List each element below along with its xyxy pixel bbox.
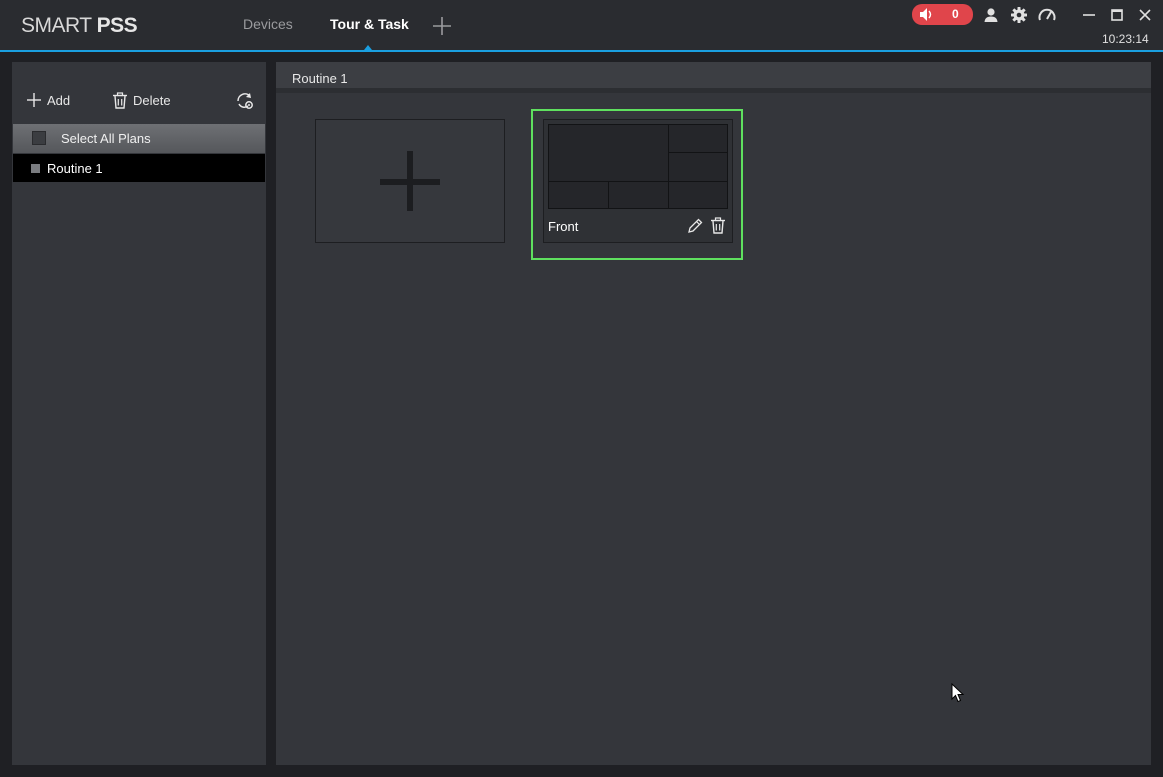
refresh-settings-button[interactable] bbox=[235, 91, 260, 111]
mouse-cursor-icon bbox=[951, 683, 965, 703]
user-icon bbox=[984, 8, 998, 22]
plan-card-front[interactable]: Front bbox=[531, 109, 743, 260]
plan-name: Front bbox=[548, 219, 579, 234]
title-bar: SMART PSS Devices Tour & Task 0 10:23:14 bbox=[0, 0, 1163, 52]
speedometer-icon bbox=[1038, 8, 1056, 21]
routine-checkbox[interactable] bbox=[31, 164, 40, 173]
tab-devices[interactable]: Devices bbox=[243, 16, 293, 32]
edit-plan-button[interactable] bbox=[686, 217, 704, 235]
performance-button[interactable] bbox=[1038, 6, 1056, 24]
layout-cell bbox=[608, 181, 669, 209]
plan-sidebar: Add Delete Select All Plans Routine 1 bbox=[12, 62, 266, 765]
layout-cell bbox=[548, 181, 609, 209]
gear-icon bbox=[1011, 7, 1027, 23]
plus-icon bbox=[27, 93, 41, 107]
pencil-icon bbox=[688, 218, 703, 233]
delete-label: Delete bbox=[133, 93, 171, 108]
alarm-count: 0 bbox=[952, 7, 959, 21]
layout-cell bbox=[668, 152, 728, 182]
layout-cell bbox=[548, 124, 669, 182]
page-title: Routine 1 bbox=[292, 71, 348, 86]
add-tab-button[interactable] bbox=[431, 15, 453, 37]
plus-icon-vertical bbox=[407, 151, 413, 211]
layout-preview bbox=[548, 124, 728, 209]
select-all-checkbox[interactable] bbox=[32, 131, 46, 145]
minimize-button[interactable] bbox=[1080, 6, 1098, 24]
clock: 10:23:14 bbox=[1102, 32, 1149, 46]
settings-button[interactable] bbox=[1010, 6, 1028, 24]
delete-plan-card-button[interactable] bbox=[710, 217, 728, 235]
user-button[interactable] bbox=[982, 6, 1000, 24]
tab-tour-and-task[interactable]: Tour & Task bbox=[330, 16, 409, 32]
content-header: Routine 1 bbox=[276, 62, 1151, 93]
trash-icon bbox=[711, 217, 725, 234]
active-tab-indicator bbox=[364, 45, 372, 50]
select-all-plans-row[interactable]: Select All Plans bbox=[13, 124, 265, 153]
logo-text-bold: PSS bbox=[96, 14, 138, 37]
select-all-label: Select All Plans bbox=[61, 131, 151, 146]
plan-content: Routine 1 Front bbox=[276, 62, 1151, 765]
add-plan-card[interactable] bbox=[315, 119, 505, 243]
refresh-gear-icon bbox=[237, 93, 253, 109]
delete-plan-button[interactable]: Delete bbox=[112, 92, 171, 109]
layout-cell bbox=[668, 124, 728, 153]
alarm-badge[interactable]: 0 bbox=[912, 4, 973, 25]
app-logo: SMART PSS bbox=[21, 14, 138, 38]
layout-cell bbox=[668, 181, 728, 209]
plus-icon bbox=[433, 17, 451, 35]
trash-icon bbox=[113, 92, 127, 109]
maximize-button[interactable] bbox=[1108, 6, 1126, 24]
maximize-icon bbox=[1111, 9, 1123, 21]
close-button[interactable] bbox=[1136, 6, 1154, 24]
routine-label: Routine 1 bbox=[47, 161, 103, 176]
speaker-icon bbox=[920, 8, 932, 21]
list-item[interactable]: Routine 1 bbox=[13, 154, 265, 182]
plan-card-body: Front bbox=[543, 119, 733, 243]
add-label: Add bbox=[47, 92, 71, 108]
close-icon bbox=[1139, 9, 1151, 21]
logo-text: SMART bbox=[21, 14, 97, 37]
minimize-icon bbox=[1083, 14, 1095, 16]
add-plan-button[interactable]: Add bbox=[26, 92, 70, 108]
